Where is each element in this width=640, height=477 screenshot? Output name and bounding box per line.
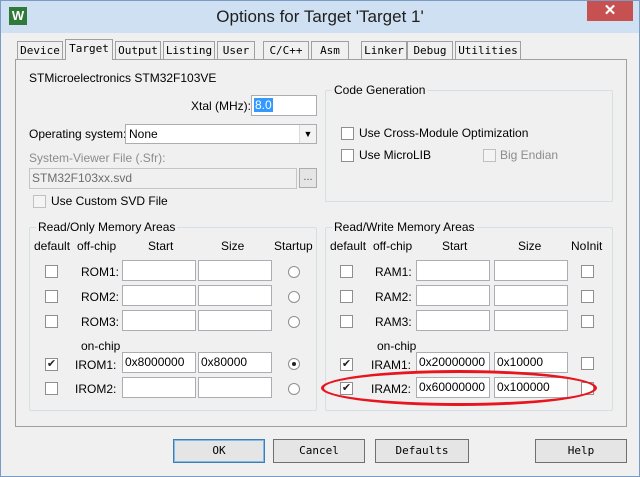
rom1-start-input[interactable] (122, 260, 196, 281)
ram2-noinit-checkbox[interactable] (581, 290, 594, 303)
options-dialog: W Options for Target 'Target 1' ✕ Device… (0, 0, 640, 477)
irom2-default-checkbox[interactable] (45, 382, 58, 395)
rw-header-noinit: NoInit (571, 239, 603, 253)
ro-header-start: Start (148, 239, 174, 253)
irom1-start-input[interactable]: 0x8000000 (122, 352, 196, 373)
ram3-noinit-checkbox[interactable] (581, 315, 594, 328)
ram1-label: RAM1: (375, 265, 412, 279)
rom2-size-input[interactable] (198, 285, 272, 306)
rw-memory-title: Read/Write Memory Areas (332, 220, 477, 234)
irom2-start-input[interactable] (122, 377, 196, 398)
tab-linker[interactable]: Linker (361, 41, 407, 59)
microlib-label: Use MicroLIB (359, 148, 432, 162)
svd-label: System-Viewer File (.Sfr): (29, 151, 166, 165)
tab-debug[interactable]: Debug (407, 41, 453, 59)
rom2-start-input[interactable] (122, 285, 196, 306)
irom1-label: IROM1: (75, 358, 117, 372)
tab-cc[interactable]: C/C++ (263, 41, 309, 59)
svd-browse-button[interactable]: ... (299, 168, 317, 188)
irom2-label: IROM2: (75, 382, 117, 396)
rom3-default-checkbox[interactable] (45, 315, 58, 328)
tab-output[interactable]: Output (115, 41, 161, 59)
cancel-button[interactable]: Cancel (273, 439, 365, 463)
svd-file-input[interactable]: STM32F103xx.svd (29, 168, 297, 189)
rom3-start-input[interactable] (122, 310, 196, 331)
os-value: None (129, 127, 158, 141)
ok-button[interactable]: OK (173, 439, 265, 463)
irom1-size-input[interactable]: 0x80000 (198, 352, 272, 373)
ram2-size-input[interactable] (494, 285, 568, 306)
help-button[interactable]: Help (535, 439, 627, 463)
ram1-size-input[interactable] (494, 260, 568, 281)
xtal-input[interactable]: 8.0 (251, 95, 317, 116)
ro-memory-title: Read/Only Memory Areas (36, 220, 178, 234)
tab-device[interactable]: Device (17, 41, 63, 59)
rw-header-default: default (330, 239, 367, 253)
rom2-label: ROM2: (81, 290, 120, 304)
rw-header-start: Start (442, 239, 468, 253)
chevron-down-icon: ▼ (299, 125, 316, 143)
big-endian-label: Big Endian (500, 148, 559, 162)
iram1-label: IRAM1: (371, 358, 412, 372)
device-name: STMicroelectronics STM32F103VE (29, 71, 217, 85)
window-title: Options for Target 'Target 1' (216, 7, 424, 26)
iram1-noinit-checkbox[interactable] (581, 357, 594, 370)
tab-user[interactable]: User (217, 41, 255, 59)
ro-header-size: Size (221, 239, 245, 253)
ro-onchip-label: on-chip (81, 339, 121, 353)
ro-header-startup: Startup (274, 239, 313, 253)
close-button[interactable]: ✕ (587, 1, 633, 21)
tab-listing[interactable]: Listing (163, 41, 215, 59)
irom1-default-checkbox[interactable]: ✔ (45, 358, 58, 371)
tab-utilities[interactable]: Utilities (455, 41, 521, 59)
ram2-label: RAM2: (375, 290, 412, 304)
tab-asm[interactable]: Asm (311, 41, 349, 59)
rw-onchip-label: on-chip (377, 339, 417, 353)
os-label: Operating system: (29, 127, 127, 141)
irom1-startup-radio[interactable] (288, 358, 300, 370)
rom3-label: ROM3: (81, 315, 120, 329)
irom2-size-input[interactable] (198, 377, 272, 398)
rom1-label: ROM1: (81, 265, 120, 279)
cross-module-checkbox[interactable] (341, 127, 354, 140)
rom3-size-input[interactable] (198, 310, 272, 331)
ram3-size-input[interactable] (494, 310, 568, 331)
os-select[interactable]: None ▼ (125, 124, 317, 144)
ram1-noinit-checkbox[interactable] (581, 265, 594, 278)
irom2-startup-radio[interactable] (288, 383, 300, 395)
ram1-default-checkbox[interactable] (340, 265, 353, 278)
microlib-checkbox[interactable] (341, 149, 354, 162)
ro-header-default: default (34, 239, 71, 253)
ram2-start-input[interactable] (416, 285, 490, 306)
code-generation-group: Code Generation (325, 83, 613, 202)
ram2-default-checkbox[interactable] (340, 290, 353, 303)
ram1-start-input[interactable] (416, 260, 490, 281)
tab-strip: Device Target Output Listing User C/C++ … (15, 39, 635, 60)
defaults-button[interactable]: Defaults (375, 439, 469, 463)
rom3-startup-radio[interactable] (288, 316, 300, 328)
rw-header-offchip: off-chip (373, 239, 413, 253)
cross-module-label: Use Cross-Module Optimization (359, 126, 529, 140)
custom-svd-checkbox[interactable] (33, 195, 46, 208)
rom2-startup-radio[interactable] (288, 291, 300, 303)
rom2-default-checkbox[interactable] (45, 290, 58, 303)
code-generation-title: Code Generation (332, 83, 428, 97)
rom1-startup-radio[interactable] (288, 266, 300, 278)
rom1-size-input[interactable] (198, 260, 272, 281)
iram1-size-input[interactable]: 0x10000 (494, 352, 568, 373)
custom-svd-label: Use Custom SVD File (51, 194, 168, 208)
ram3-start-input[interactable] (416, 310, 490, 331)
rom1-default-checkbox[interactable] (45, 265, 58, 278)
ro-header-offchip: off-chip (77, 239, 117, 253)
big-endian-checkbox[interactable] (483, 149, 496, 162)
iram1-default-checkbox[interactable]: ✔ (340, 358, 353, 371)
ram3-default-checkbox[interactable] (340, 315, 353, 328)
ram3-label: RAM3: (375, 315, 412, 329)
title-bar: W Options for Target 'Target 1' ✕ (1, 1, 639, 33)
rw-header-size: Size (518, 239, 542, 253)
tab-target[interactable]: Target (65, 39, 113, 60)
xtal-label: Xtal (MHz): (191, 99, 251, 113)
highlight-ellipse (321, 370, 597, 406)
